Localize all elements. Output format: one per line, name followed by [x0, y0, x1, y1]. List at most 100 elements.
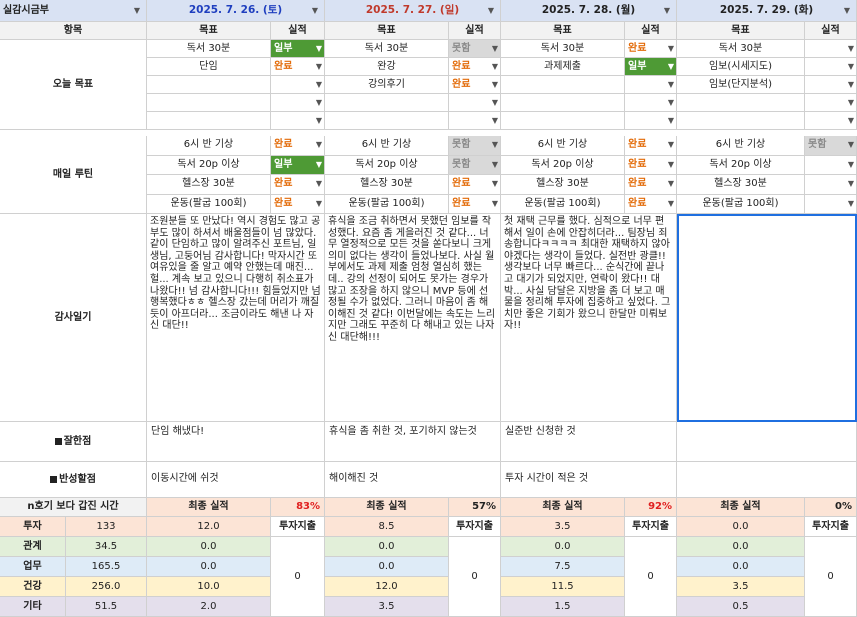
chevron-down-icon[interactable]: ▼: [668, 98, 674, 107]
routine-cell[interactable]: 6시 반 기상: [147, 136, 271, 156]
chevron-down-icon[interactable]: ▼: [492, 62, 498, 71]
chevron-down-icon[interactable]: ▼: [316, 141, 322, 149]
routine-cell[interactable]: 독서 20p 이상: [147, 155, 271, 175]
routine-status-dropdown[interactable]: 완료 ▼: [271, 194, 325, 214]
goal-cell[interactable]: [501, 112, 625, 130]
sheet-title-cell[interactable]: 실감시금부 ▼: [0, 0, 147, 22]
chevron-down-icon[interactable]: ▼: [316, 199, 322, 208]
category-hours-cell[interactable]: 0.0: [677, 557, 805, 577]
chevron-down-icon[interactable]: ▼: [848, 98, 854, 107]
goal-status-dropdown[interactable]: 완료 ▼: [271, 58, 325, 76]
routine-cell[interactable]: 독서 20p 이상: [325, 155, 449, 175]
category-hours-cell[interactable]: 7.5: [501, 557, 625, 577]
category-hours-cell[interactable]: 2.0: [147, 597, 271, 617]
routine-status-dropdown[interactable]: 못함 ▼: [449, 155, 501, 175]
goal-status-dropdown[interactable]: ▼: [805, 58, 857, 76]
routine-status-dropdown[interactable]: 완료 ▼: [271, 175, 325, 195]
invest-spend-value[interactable]: 0: [805, 537, 857, 617]
routine-cell[interactable]: 헬스장 30분: [501, 175, 625, 195]
good-cell[interactable]: 단임 해냈다!: [147, 422, 325, 462]
category-hours-cell[interactable]: 0.5: [677, 597, 805, 617]
chevron-down-icon[interactable]: ▼: [316, 44, 322, 53]
chevron-down-icon[interactable]: ▼: [848, 199, 854, 208]
goal-cell[interactable]: 단임: [147, 58, 271, 76]
chevron-down-icon[interactable]: ▼: [668, 180, 674, 188]
chevron-down-icon[interactable]: ▼: [316, 98, 322, 107]
chevron-down-icon[interactable]: ▼: [492, 160, 498, 169]
category-hours-cell[interactable]: 0.0: [501, 537, 625, 557]
chevron-down-icon[interactable]: ▼: [492, 44, 498, 53]
goal-status-dropdown[interactable]: ▼: [625, 112, 677, 130]
routine-status-dropdown[interactable]: ▼: [805, 175, 857, 195]
good-cell[interactable]: 실준반 신청한 것: [501, 422, 677, 462]
chevron-down-icon[interactable]: ▼: [668, 44, 674, 53]
category-hours-cell[interactable]: 1.5: [501, 597, 625, 617]
goal-cell[interactable]: [325, 94, 449, 112]
goal-cell[interactable]: 임보(단지분석): [677, 76, 805, 94]
chevron-down-icon[interactable]: ▼: [492, 141, 498, 149]
category-hours-cell[interactable]: 11.5: [501, 577, 625, 597]
goal-cell[interactable]: 강의후기: [325, 76, 449, 94]
chevron-down-icon[interactable]: ▼: [492, 199, 498, 208]
goal-status-dropdown[interactable]: 완료 ▼: [449, 58, 501, 76]
chevron-down-icon[interactable]: ▼: [668, 116, 674, 125]
chevron-down-icon[interactable]: ▼: [492, 180, 498, 188]
category-hours-cell[interactable]: 12.0: [147, 517, 271, 537]
chevron-down-icon[interactable]: ▼: [848, 80, 854, 89]
chevron-down-icon[interactable]: ▼: [668, 160, 674, 169]
routine-status-dropdown[interactable]: 완료 ▼: [625, 175, 677, 195]
goal-status-dropdown[interactable]: 일부 ▼: [625, 58, 677, 76]
goal-cell[interactable]: [501, 94, 625, 112]
filter-icon[interactable]: ▼: [844, 6, 850, 15]
filter-icon[interactable]: ▼: [488, 6, 494, 15]
goal-status-dropdown[interactable]: ▼: [625, 94, 677, 112]
category-hours-cell[interactable]: 0.0: [677, 537, 805, 557]
invest-spend-value[interactable]: 0: [271, 537, 325, 617]
reflect-cell[interactable]: 이동시간에 쉬것: [147, 462, 325, 498]
chevron-down-icon[interactable]: ▼: [316, 160, 322, 169]
chevron-down-icon[interactable]: ▼: [668, 80, 674, 89]
filter-icon[interactable]: ▼: [312, 6, 318, 15]
routine-cell[interactable]: 운동(팔굽 100회): [147, 194, 271, 214]
chevron-down-icon[interactable]: ▼: [848, 141, 854, 149]
invest-spend-value[interactable]: 0: [625, 537, 677, 617]
goal-status-dropdown[interactable]: ▼: [271, 94, 325, 112]
filter-icon[interactable]: ▼: [664, 6, 670, 15]
chevron-down-icon[interactable]: ▼: [848, 62, 854, 71]
goal-status-dropdown[interactable]: ▼: [805, 76, 857, 94]
reflect-cell[interactable]: 투자 시간이 적은 것: [501, 462, 677, 498]
chevron-down-icon[interactable]: ▼: [668, 141, 674, 149]
good-cell[interactable]: [677, 422, 857, 462]
category-hours-cell[interactable]: 12.0: [325, 577, 449, 597]
goal-status-dropdown[interactable]: ▼: [271, 76, 325, 94]
category-hours-cell[interactable]: 8.5: [325, 517, 449, 537]
goal-status-dropdown[interactable]: ▼: [805, 40, 857, 58]
goal-cell[interactable]: 독서 30분: [147, 40, 271, 58]
goal-cell[interactable]: [325, 112, 449, 130]
gratitude-diary-cell[interactable]: 첫 재택 근무를 했다. 심적으로 너무 편해서 일이 손에 안잡히더라... …: [501, 214, 677, 422]
goal-status-dropdown[interactable]: 완료 ▼: [625, 40, 677, 58]
goal-cell[interactable]: [677, 94, 805, 112]
invest-spend-value[interactable]: 0: [449, 537, 501, 617]
category-hours-cell[interactable]: 0.0: [677, 517, 805, 537]
goal-cell[interactable]: 과제제출: [501, 58, 625, 76]
routine-status-dropdown[interactable]: 완료 ▼: [625, 136, 677, 156]
goal-cell[interactable]: 독서 30분: [325, 40, 449, 58]
date-header-0[interactable]: 2025. 7. 26. (토) ▼: [147, 0, 325, 22]
goal-status-dropdown[interactable]: ▼: [449, 94, 501, 112]
routine-cell[interactable]: 6시 반 기상: [677, 136, 805, 156]
routine-cell[interactable]: 독서 20p 이상: [501, 155, 625, 175]
routine-status-dropdown[interactable]: 완료 ▼: [271, 136, 325, 156]
chevron-down-icon[interactable]: ▼: [668, 62, 674, 71]
routine-status-dropdown[interactable]: 못함 ▼: [449, 136, 501, 156]
goal-cell[interactable]: 독서 30분: [501, 40, 625, 58]
date-header-2[interactable]: 2025. 7. 28. (월) ▼: [501, 0, 677, 22]
chevron-down-icon[interactable]: ▼: [316, 62, 322, 71]
category-hours-cell[interactable]: 3.5: [325, 597, 449, 617]
goal-status-dropdown[interactable]: ▼: [805, 112, 857, 130]
goal-cell[interactable]: 독서 30분: [677, 40, 805, 58]
good-cell[interactable]: 휴식을 좀 취한 것, 포기하지 않는것: [325, 422, 501, 462]
routine-cell[interactable]: 헬스장 30분: [677, 175, 805, 195]
chevron-down-icon[interactable]: ▼: [848, 44, 854, 53]
goal-cell[interactable]: 완강: [325, 58, 449, 76]
